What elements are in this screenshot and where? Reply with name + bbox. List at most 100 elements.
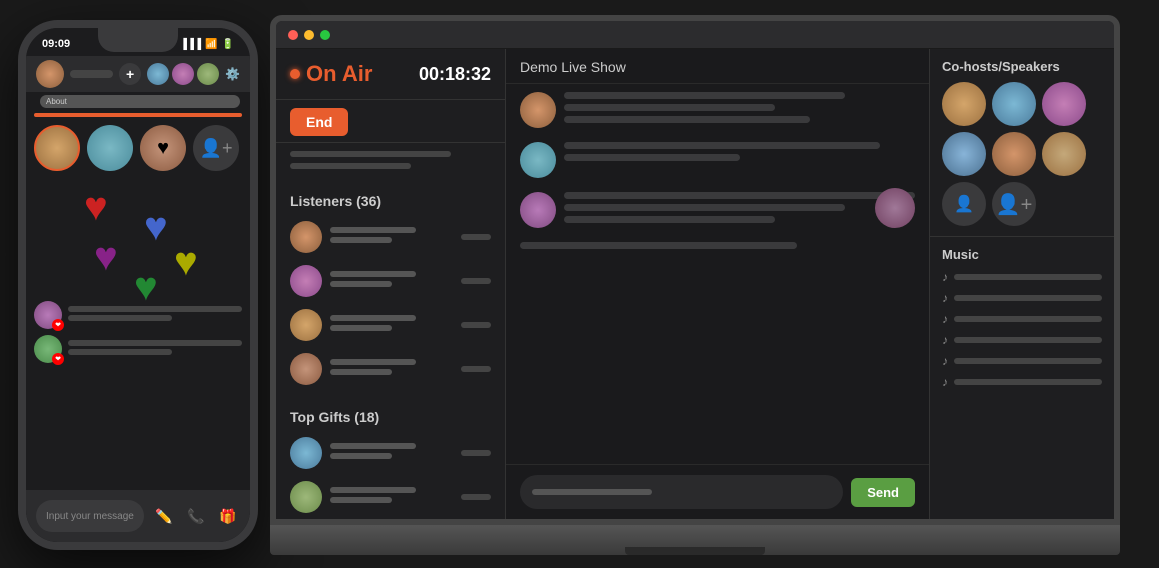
gift-action[interactable] <box>461 450 491 456</box>
heart-blue: ♥ <box>144 207 168 247</box>
listener-name <box>330 315 416 321</box>
compose-icon[interactable]: ✏️ <box>152 504 176 528</box>
message-row: ❤ <box>34 335 242 363</box>
laptop-content: On Air 00:18:32 End Listeners (36) <box>276 49 1114 519</box>
about-badge[interactable]: About <box>40 95 240 108</box>
track-line[interactable] <box>954 274 1102 280</box>
chat-bubble <box>564 142 915 178</box>
signal-icon: ▐▐▐ <box>180 39 201 50</box>
track-line[interactable] <box>954 379 1102 385</box>
track-line[interactable] <box>954 358 1102 364</box>
timer: 00:18:32 <box>419 64 491 85</box>
user-grid-item[interactable]: ♥ <box>140 125 186 171</box>
message-input[interactable]: Input your message <box>36 500 144 532</box>
laptop: On Air 00:18:32 End Listeners (36) <box>270 15 1120 555</box>
chat-panel: Demo Live Show <box>506 49 929 519</box>
add-cohost-button[interactable]: 👤+ <box>992 182 1036 226</box>
user-grid-item[interactable]: 👤+ <box>193 125 239 171</box>
track-line[interactable] <box>954 337 1102 343</box>
msg-line-2 <box>68 349 172 355</box>
send-button[interactable]: Send <box>851 478 915 507</box>
listeners-section: Listeners (36) <box>276 183 505 519</box>
on-air-dot <box>290 69 300 79</box>
status-time: 09:09 <box>42 38 70 50</box>
user-avatar <box>36 60 64 88</box>
on-air-details <box>276 143 505 183</box>
listener-avatar <box>290 309 322 341</box>
settings-icon[interactable]: ⚙️ <box>225 67 240 81</box>
track-line[interactable] <box>954 316 1102 322</box>
listener-info <box>330 271 453 291</box>
heart-green: ♥ <box>134 267 158 307</box>
listener-avatar <box>290 353 322 385</box>
chat-bubble <box>564 92 915 128</box>
track-line[interactable] <box>954 295 1102 301</box>
cohost-avatar[interactable] <box>1042 82 1086 126</box>
hearts-area: ♥ ♥ ♥ ♥ ♥ <box>34 177 242 297</box>
music-note-icon: ♪ <box>942 333 948 347</box>
gift-name <box>330 487 416 493</box>
phone: 09:09 ▐▐▐ 📶 🔋 + ⚙️ Ab <box>18 20 258 550</box>
cohosts-avatars: 👤 👤+ <box>942 82 1102 226</box>
music-note-icon: ♪ <box>942 354 948 368</box>
chat-line-1 <box>564 142 880 149</box>
titlebar <box>276 21 1114 49</box>
cohost-avatar[interactable] <box>942 82 986 126</box>
cohost-avatar[interactable] <box>992 82 1036 126</box>
gift-row <box>276 475 505 519</box>
listener-info <box>330 315 453 335</box>
music-note-icon: ♪ <box>942 291 948 305</box>
listener-name <box>330 227 416 233</box>
phone-icon[interactable]: 📞 <box>184 504 208 528</box>
gift-action[interactable] <box>461 494 491 500</box>
left-panel: On Air 00:18:32 End Listeners (36) <box>276 49 506 519</box>
close-dot[interactable] <box>288 30 298 40</box>
music-track-row: ♪ <box>942 375 1102 389</box>
music-note-icon: ♪ <box>942 312 948 326</box>
top-gifts-title: Top Gifts (18) <box>276 399 505 431</box>
gift-avatar <box>290 481 322 513</box>
msg-line-1 <box>68 340 242 346</box>
msg-avatar: ❤ <box>34 301 62 329</box>
scene: 09:09 ▐▐▐ 📶 🔋 + ⚙️ Ab <box>0 0 1159 568</box>
phone-notch <box>98 28 178 52</box>
gift-icon[interactable]: 🎁 <box>216 504 240 528</box>
chat-line-2 <box>564 104 775 111</box>
header-avatar-3 <box>197 63 219 85</box>
listener-row <box>276 347 505 391</box>
user-grid-item[interactable] <box>87 125 133 171</box>
chat-input[interactable] <box>520 475 843 509</box>
cohost-avatar-7[interactable]: 👤 <box>942 182 986 226</box>
listener-action[interactable] <box>461 234 491 240</box>
end-button[interactable]: End <box>290 108 348 136</box>
msg-content <box>68 340 242 358</box>
cohost-avatar-6[interactable] <box>1042 132 1086 176</box>
heart-purple: ♥ <box>94 237 118 277</box>
music-title: Music <box>942 247 1102 262</box>
music-track-row: ♪ <box>942 333 1102 347</box>
listener-detail <box>330 237 392 243</box>
listener-action[interactable] <box>461 278 491 284</box>
header-avatar-2 <box>172 63 194 85</box>
on-air-text: On Air <box>306 61 372 87</box>
listeners-title: Listeners (36) <box>276 183 505 215</box>
listener-row <box>276 303 505 347</box>
unread-badge: ❤ <box>52 353 64 365</box>
gift-info <box>330 443 453 463</box>
listener-action[interactable] <box>461 366 491 372</box>
music-track-row: ♪ <box>942 312 1102 326</box>
phone-bottom-bar: Input your message ✏️ 📞 🎁 <box>26 490 250 542</box>
chat-message <box>520 192 915 228</box>
cohost-avatar[interactable] <box>942 132 986 176</box>
detail-line-2 <box>290 163 411 169</box>
user-grid-item[interactable] <box>34 125 80 171</box>
minimize-dot[interactable] <box>304 30 314 40</box>
chat-line-2 <box>564 154 740 161</box>
battery-icon: 🔋 <box>222 39 234 50</box>
maximize-dot[interactable] <box>320 30 330 40</box>
add-button[interactable]: + <box>119 63 141 85</box>
gift-name <box>330 443 416 449</box>
listener-action[interactable] <box>461 322 491 328</box>
cohost-avatar[interactable] <box>992 132 1036 176</box>
listener-info <box>330 227 453 247</box>
